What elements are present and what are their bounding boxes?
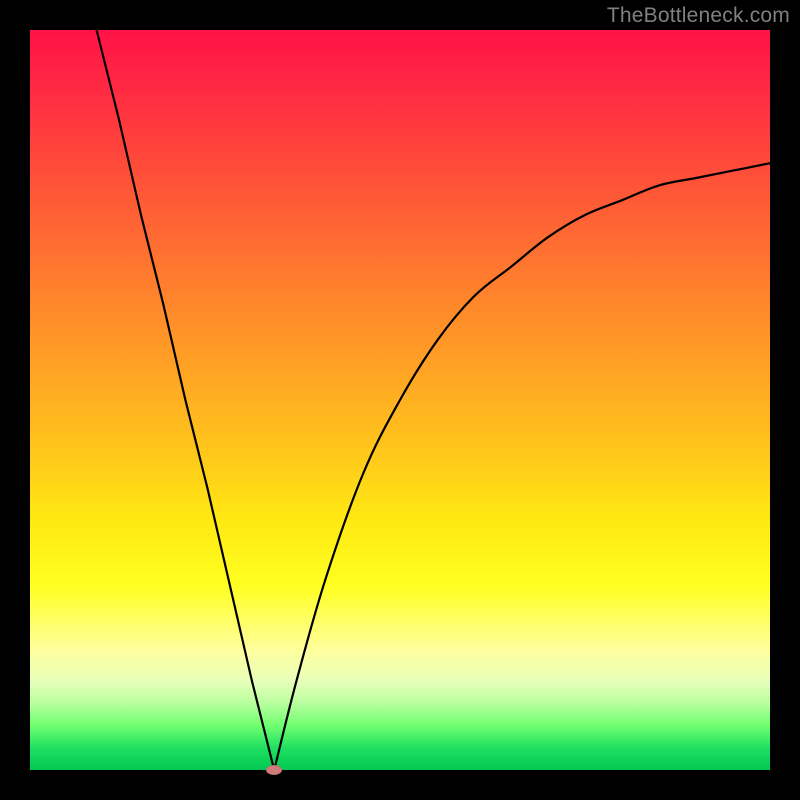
bottleneck-curve — [97, 30, 770, 770]
plot-area — [30, 30, 770, 770]
global-minimum-marker — [266, 765, 282, 775]
chart-frame: TheBottleneck.com — [0, 0, 800, 800]
watermark-text: TheBottleneck.com — [607, 4, 790, 28]
curve-svg — [30, 30, 770, 770]
